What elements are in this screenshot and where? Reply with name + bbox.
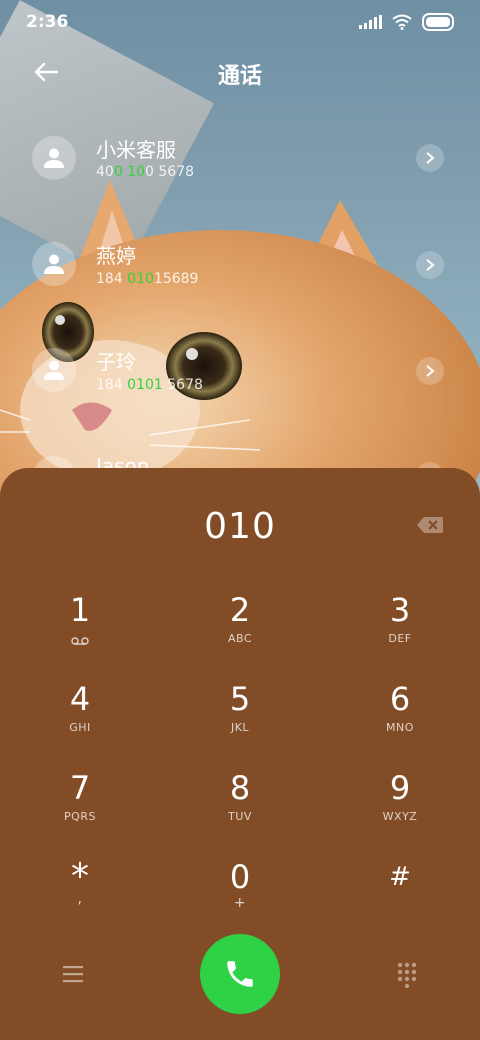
- dial-pad: 010 1 2 ABC 3 DEF 4 GHI 5 JKL 6 MNO 7 PQ…: [0, 468, 480, 1040]
- header: 通话: [0, 44, 480, 100]
- contact-item[interactable]: 子玲 184 0101 5678: [0, 324, 480, 424]
- key-5[interactable]: 5 JKL: [180, 679, 300, 759]
- avatar: [32, 242, 76, 286]
- contact-number: 184 0101 5678: [96, 377, 203, 393]
- key-4[interactable]: 4 GHI: [20, 679, 140, 759]
- key-star[interactable]: *,: [20, 857, 140, 937]
- contact-item[interactable]: 燕婷 184 01015689: [0, 218, 480, 318]
- key-6[interactable]: 6 MNO: [340, 679, 460, 759]
- contact-number: 184 01015689: [96, 271, 199, 287]
- signal-icon: [359, 15, 382, 29]
- page-title: 通话: [217, 64, 262, 89]
- chevron-right-icon: [426, 152, 435, 164]
- phone-icon: [227, 961, 253, 987]
- contact-detail-button[interactable]: [416, 357, 444, 385]
- key-3[interactable]: 3 DEF: [340, 590, 460, 670]
- wifi-icon: [392, 14, 412, 30]
- key-8[interactable]: 8 TUV: [180, 768, 300, 848]
- key-2[interactable]: 2 ABC: [180, 590, 300, 670]
- chevron-right-icon: [426, 365, 435, 377]
- dial-actions: [0, 934, 480, 1014]
- battery-icon: [422, 13, 454, 31]
- key-9[interactable]: 9 WXYZ: [340, 768, 460, 848]
- avatar: [32, 136, 76, 180]
- call-button[interactable]: [200, 934, 280, 1014]
- contact-name: 小米客服: [96, 138, 176, 162]
- person-icon: [44, 148, 64, 168]
- dialpad-icon[interactable]: [396, 962, 418, 988]
- contact-detail-button[interactable]: [416, 251, 444, 279]
- contact-name: 子玲: [96, 350, 136, 374]
- backspace-icon[interactable]: [416, 516, 444, 534]
- menu-icon[interactable]: [60, 964, 86, 984]
- contact-number: 400 100 5678: [96, 164, 195, 180]
- person-icon: [44, 254, 64, 274]
- voicemail-icon: [71, 637, 89, 645]
- dialed-number: 010: [204, 506, 276, 547]
- avatar: [32, 348, 76, 392]
- chevron-right-icon: [426, 259, 435, 271]
- key-1[interactable]: 1: [20, 590, 140, 670]
- key-7[interactable]: 7 PQRS: [20, 768, 140, 848]
- status-icons: [359, 12, 454, 32]
- key-hash[interactable]: #: [340, 857, 460, 937]
- contact-item[interactable]: 小米客服 400 100 5678: [0, 110, 480, 210]
- contact-name: 燕婷: [96, 244, 136, 268]
- key-0[interactable]: 0 +: [180, 857, 300, 937]
- contact-detail-button[interactable]: [416, 144, 444, 172]
- status-time: 2:36: [26, 12, 69, 32]
- person-icon: [44, 360, 64, 380]
- status-bar: 2:36: [0, 0, 480, 44]
